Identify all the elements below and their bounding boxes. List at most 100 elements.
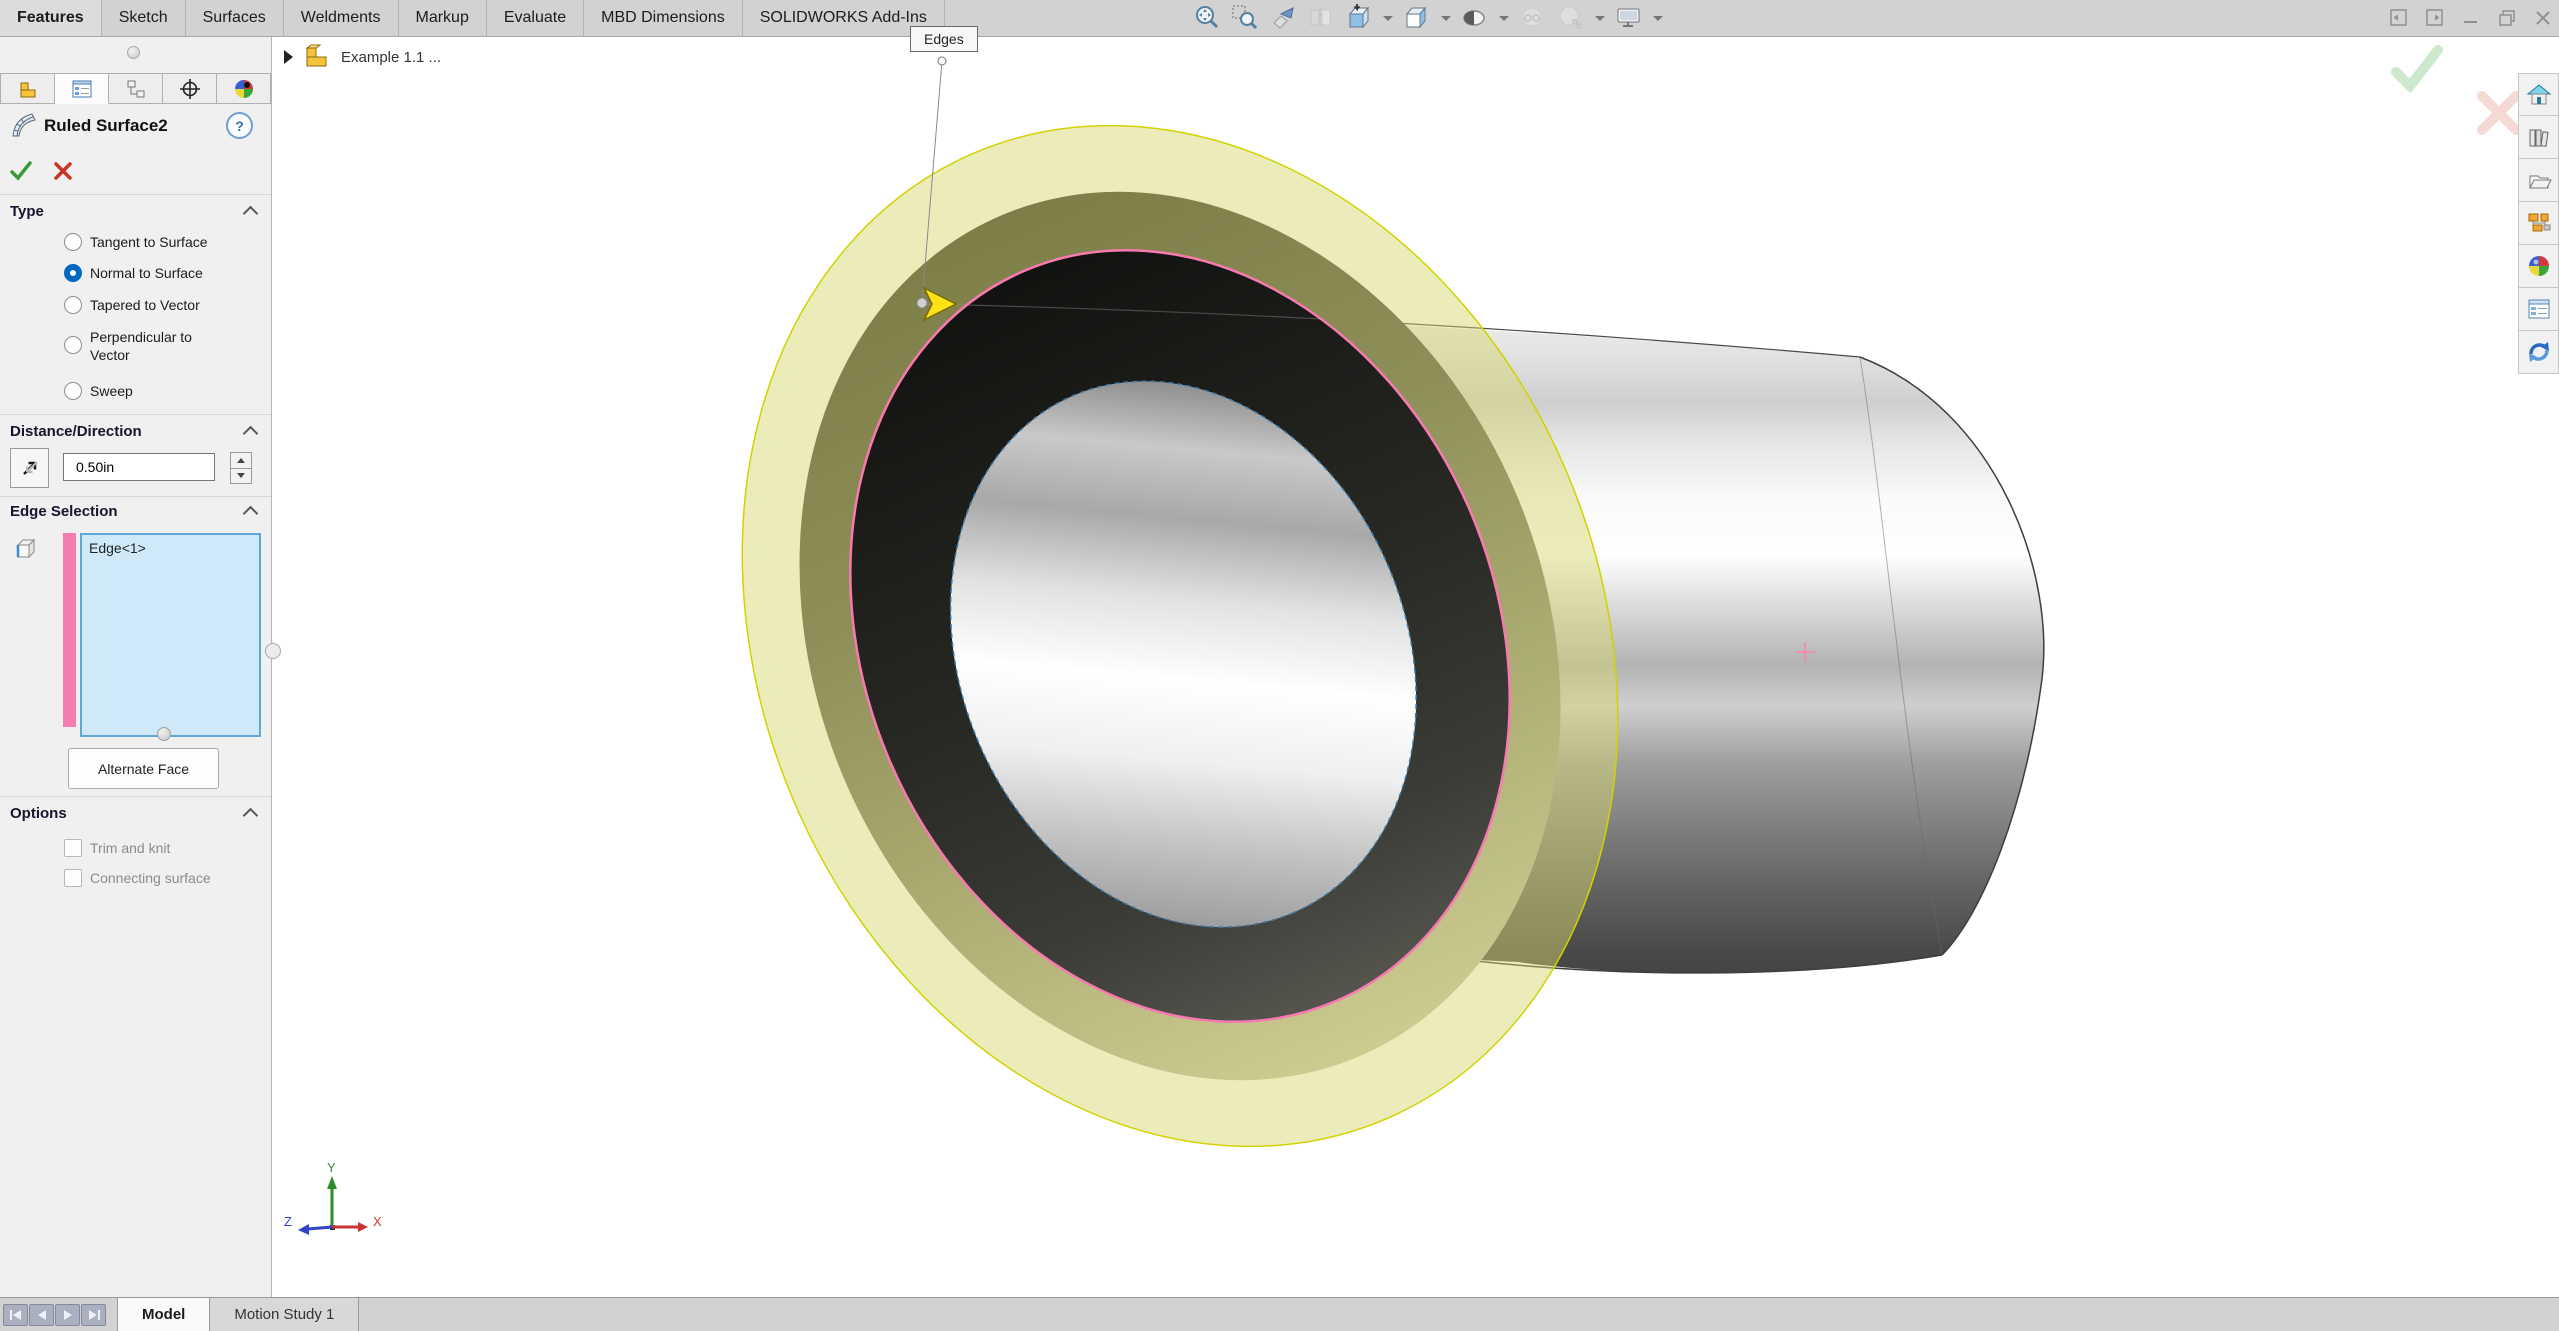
distance-direction-group-header[interactable]: Distance/Direction — [10, 420, 142, 444]
model-3d-view[interactable]: Y X Z — [272, 36, 2559, 1297]
dimxpert-manager-icon — [178, 77, 202, 101]
custom-properties-icon[interactable] — [2518, 288, 2559, 331]
appearances-scenes-icon[interactable] — [2518, 245, 2559, 288]
tab-features[interactable]: Features — [0, 0, 102, 36]
edge-selection-listbox[interactable]: Edge<1> — [80, 533, 261, 737]
view-settings-dropdown-caret[interactable] — [1653, 16, 1663, 21]
help-button[interactable]: ? — [226, 112, 253, 139]
radio-perpendicular-to-vector[interactable]: Perpendicular to Vector — [64, 328, 224, 364]
radio-sweep[interactable]: Sweep — [64, 382, 256, 400]
checkbox-connecting-surface[interactable]: Connecting surface — [64, 869, 211, 887]
confirmation-corner-cancel-icon[interactable] — [2474, 88, 2524, 143]
radio-label: Normal to Surface — [90, 264, 203, 282]
design-library-icon[interactable] — [2518, 116, 2559, 159]
previous-frame-button[interactable] — [29, 1304, 54, 1326]
radio-label: Perpendicular to Vector — [90, 328, 224, 364]
solidworks-resources-home-icon[interactable] — [2518, 73, 2559, 116]
down-arrow-icon — [237, 473, 245, 478]
distance-input[interactable] — [63, 453, 215, 481]
options-group-header[interactable]: Options — [10, 802, 67, 826]
panel-splitter-handle[interactable] — [265, 643, 281, 659]
listbox-resize-handle[interactable] — [157, 727, 171, 741]
radio-dot-selected[interactable] — [64, 264, 82, 282]
radio-dot[interactable] — [64, 296, 82, 314]
checkbox-box[interactable] — [64, 839, 82, 857]
first-frame-button[interactable] — [3, 1304, 28, 1326]
last-frame-button[interactable] — [81, 1304, 106, 1326]
edit-appearance-dropdown-caret[interactable] — [1595, 16, 1605, 21]
type-collapse-chevron-icon[interactable] — [243, 206, 259, 222]
tab-display-manager[interactable] — [217, 73, 271, 104]
view-orientation-dropdown-caret[interactable] — [1441, 16, 1451, 21]
spinner-down-button[interactable] — [230, 468, 252, 485]
previous-view-icon[interactable] — [1268, 3, 1298, 33]
confirmation-corner-ok-icon[interactable] — [2388, 40, 2444, 101]
radio-dot[interactable] — [64, 382, 82, 400]
configuration-manager-icon — [124, 77, 148, 101]
reverse-direction-button[interactable] — [10, 448, 49, 488]
ok-button[interactable] — [8, 158, 34, 189]
minimize-button[interactable] — [2459, 6, 2483, 30]
tab-motion-study-1[interactable]: Motion Study 1 — [210, 1298, 359, 1331]
triad-y-label: Y — [327, 1160, 336, 1175]
file-explorer-icon[interactable] — [2518, 159, 2559, 202]
display-style-icon[interactable] — [1460, 3, 1490, 33]
zoom-to-area-icon[interactable] — [1230, 3, 1260, 33]
tab-evaluate[interactable]: Evaluate — [487, 0, 584, 36]
checkbox-trim-and-knit[interactable]: Trim and knit — [64, 839, 170, 857]
radio-normal-to-surface[interactable]: Normal to Surface — [64, 264, 256, 282]
collapse-pane-right-icon[interactable] — [2423, 6, 2447, 30]
tab-mbd-dimensions[interactable]: MBD Dimensions — [584, 0, 743, 36]
edit-appearance-icon[interactable] — [1556, 3, 1586, 33]
selected-edge-item[interactable]: Edge<1> — [89, 540, 252, 556]
edge-selection-icon — [13, 536, 41, 569]
radio-tapered-to-vector[interactable]: Tapered to Vector — [64, 296, 256, 314]
solidworks-forum-icon[interactable] — [2518, 331, 2559, 374]
tree-item-label[interactable]: Example 1.1 ... — [341, 49, 441, 66]
motion-nav-controls — [0, 1298, 106, 1331]
checkbox-box[interactable] — [64, 869, 82, 887]
collapse-pane-left-icon[interactable] — [2387, 6, 2411, 30]
restore-button[interactable] — [2495, 6, 2519, 30]
tab-sketch[interactable]: Sketch — [102, 0, 186, 36]
spinner-up-button[interactable] — [230, 452, 252, 469]
view-orientation-icon[interactable] — [1402, 3, 1432, 33]
options-collapse-chevron-icon[interactable] — [243, 808, 259, 824]
tab-dimxpert-manager[interactable] — [163, 73, 217, 104]
window-controls — [2387, 0, 2555, 36]
view-settings-icon[interactable] — [1614, 3, 1644, 33]
heads-up-toolbar — [1192, 0, 1664, 36]
distance-collapse-chevron-icon[interactable] — [243, 426, 259, 442]
tab-feature-manager-tree[interactable] — [0, 73, 55, 104]
apply-scene-dropdown-caret[interactable] — [1383, 16, 1393, 21]
radio-dot[interactable] — [64, 233, 82, 251]
up-arrow-icon — [237, 458, 245, 463]
display-style-dropdown-caret[interactable] — [1499, 16, 1509, 21]
radio-dot[interactable] — [64, 336, 82, 354]
edge-collapse-chevron-icon[interactable] — [243, 506, 259, 522]
tab-markup[interactable]: Markup — [399, 0, 487, 36]
panel-grab-handle[interactable] — [127, 46, 140, 59]
graphics-viewport[interactable]: Y X Z Example 1.1 ... — [272, 36, 2559, 1297]
tab-model[interactable]: Model — [117, 1298, 210, 1331]
hide-show-items-icon[interactable] — [1518, 3, 1548, 33]
apply-scene-icon[interactable] — [1344, 3, 1374, 33]
tree-expand-arrow-icon[interactable] — [284, 50, 293, 64]
section-view-icon[interactable] — [1306, 3, 1336, 33]
cancel-button[interactable] — [50, 158, 76, 189]
checkbox-label: Connecting surface — [90, 870, 211, 886]
tab-configuration-manager[interactable] — [109, 73, 163, 104]
zoom-to-fit-icon[interactable] — [1192, 3, 1222, 33]
tab-property-manager[interactable] — [55, 73, 109, 104]
tab-weldments[interactable]: Weldments — [284, 0, 399, 36]
type-group-header[interactable]: Type — [10, 200, 44, 224]
close-button[interactable] — [2531, 6, 2555, 30]
view-palette-icon[interactable] — [2518, 202, 2559, 245]
next-frame-button[interactable] — [55, 1304, 80, 1326]
triad-x-label: X — [373, 1214, 382, 1229]
flyout-feature-tree[interactable]: Example 1.1 ... — [284, 42, 441, 72]
edge-selection-group-header[interactable]: Edge Selection — [10, 500, 118, 524]
alternate-face-button[interactable]: Alternate Face — [68, 748, 219, 789]
radio-tangent-to-surface[interactable]: Tangent to Surface — [64, 233, 256, 251]
tab-surfaces[interactable]: Surfaces — [186, 0, 284, 36]
